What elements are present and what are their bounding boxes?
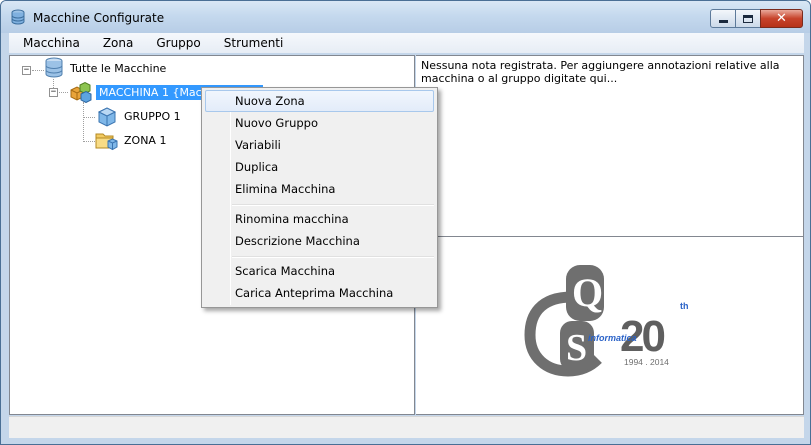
tree-node-root[interactable]: Tutte le Macchine — [70, 62, 166, 75]
close-icon: ✕ — [776, 11, 787, 26]
database-icon — [45, 57, 63, 78]
logo-letter-s: S — [566, 327, 587, 369]
logo-letter-q: Q — [572, 270, 603, 315]
ctx-nuovo-gruppo[interactable]: Nuovo Gruppo — [205, 112, 434, 134]
minimize-button[interactable] — [710, 9, 736, 28]
caption-buttons: ✕ — [710, 9, 803, 28]
menu-separator — [232, 204, 434, 206]
context-menu: Nuova Zona Nuovo Gruppo Variabili Duplic… — [201, 87, 438, 308]
main-window: Macchine Configurate ✕ Macchina Zona Gru… — [0, 0, 811, 445]
tree-node-zona-1[interactable]: ZONA 1 — [124, 134, 166, 147]
tree-connector — [59, 92, 68, 93]
tree-connector — [83, 102, 84, 142]
ctx-nuova-zona[interactable]: Nuova Zona — [205, 90, 434, 112]
ctx-elimina-macchina[interactable]: Elimina Macchina — [205, 178, 434, 200]
menu-strumenti[interactable]: Strumenti — [210, 33, 293, 53]
root-expander[interactable]: − — [22, 66, 31, 75]
machine-expander[interactable]: − — [49, 88, 58, 97]
menu-separator — [232, 256, 434, 258]
database-icon — [11, 9, 25, 25]
window-title: Macchine Configurate — [33, 11, 165, 25]
menu-gruppo[interactable]: Gruppo — [142, 33, 209, 53]
ctx-rinomina-macchina[interactable]: Rinomina macchina — [205, 208, 434, 230]
logo-years: 1994 . 2014 — [624, 357, 669, 367]
ctx-carica-anteprima-macchina[interactable]: Carica Anteprima Macchina — [205, 282, 434, 304]
ctx-descrizione-macchina[interactable]: Descrizione Macchina — [205, 230, 434, 252]
menu-zona[interactable]: Zona — [89, 33, 143, 53]
logo-tagline: informatica — [588, 333, 637, 343]
title-bar[interactable]: Macchine Configurate ✕ — [1, 1, 810, 33]
tree-connector — [32, 70, 44, 71]
menu-bar: Macchina Zona Gruppo Strumenti — [9, 33, 804, 53]
ctx-duplica[interactable]: Duplica — [205, 156, 434, 178]
notes-textarea[interactable]: Nessuna nota registrata. Per aggiungere … — [416, 55, 804, 237]
company-logo: Q S 20 th informatica 1994 . 2014 — [524, 265, 689, 377]
maximize-button[interactable] — [735, 9, 761, 28]
logo-superscript: th — [680, 301, 689, 311]
notes-text: Nessuna nota registrata. Per aggiungere … — [421, 59, 780, 85]
cube-stack-icon — [70, 81, 92, 103]
tree-node-gruppo-1[interactable]: GRUPPO 1 — [124, 110, 181, 123]
menu-macchina[interactable]: Macchina — [9, 33, 89, 53]
cube-icon — [97, 107, 117, 127]
close-button[interactable]: ✕ — [760, 9, 803, 28]
ctx-scarica-macchina[interactable]: Scarica Macchina — [205, 260, 434, 282]
tree-connector — [83, 141, 95, 142]
minimize-icon — [718, 20, 728, 23]
folder-cube-icon — [95, 133, 118, 151]
status-bar — [9, 416, 804, 438]
maximize-icon — [743, 14, 753, 23]
tree-connector — [83, 117, 95, 118]
logo-panel: Q S 20 th informatica 1994 . 2014 — [416, 237, 804, 415]
ctx-variabili[interactable]: Variabili — [205, 134, 434, 156]
